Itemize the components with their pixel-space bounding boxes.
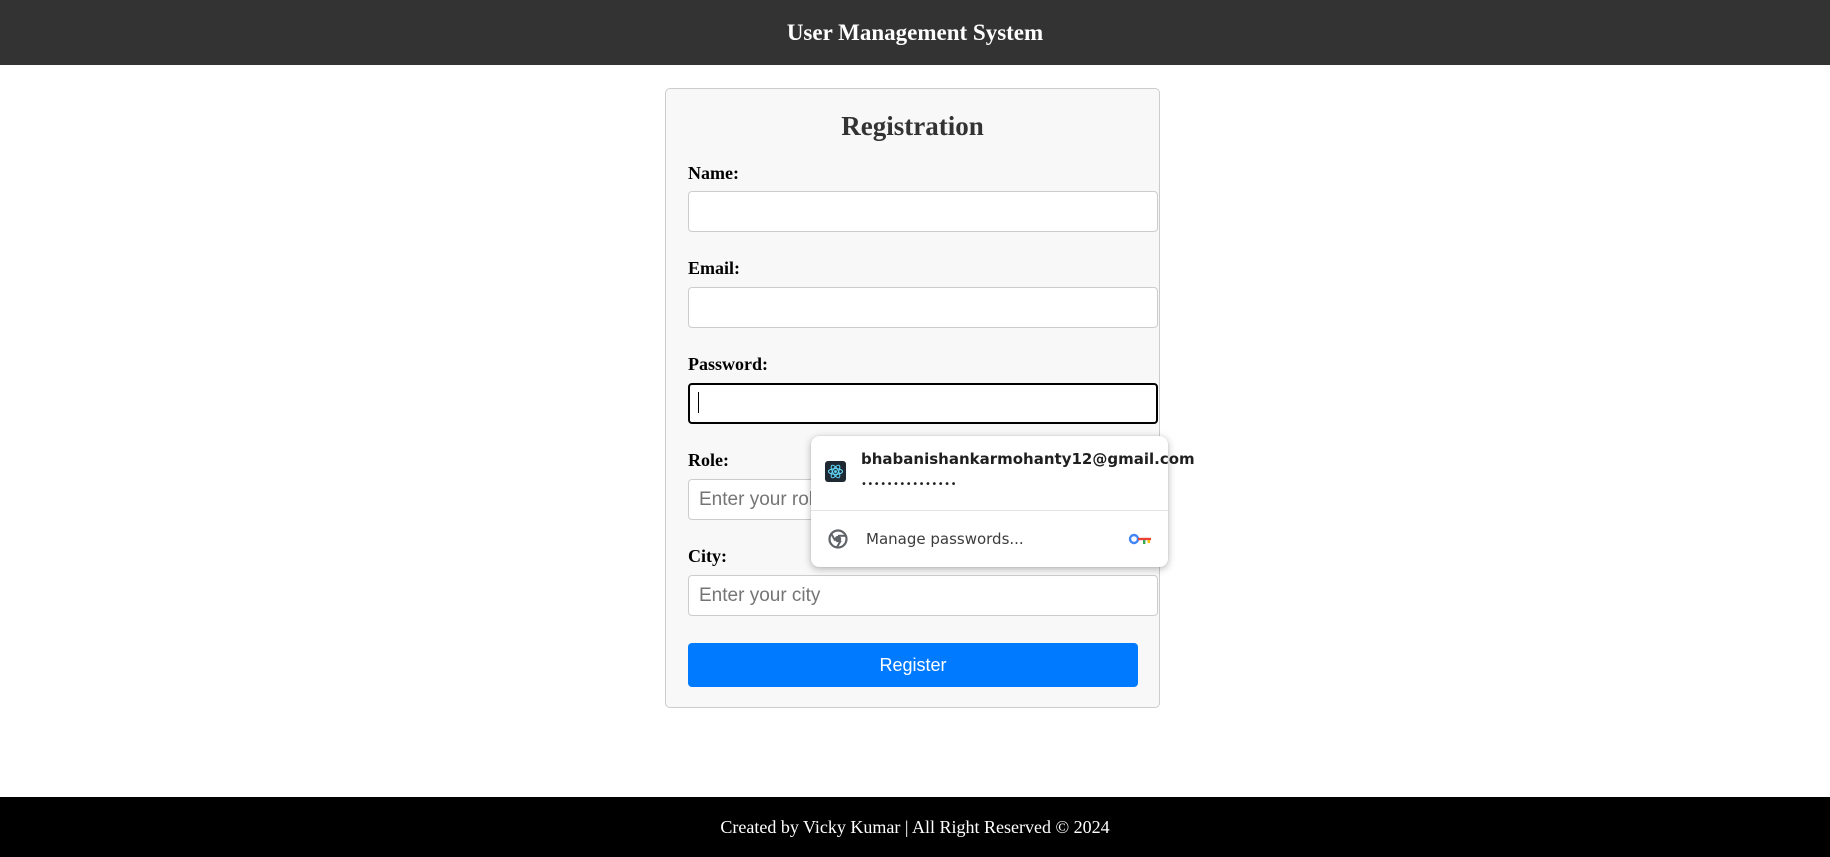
manage-passwords-label: Manage passwords... [866,530,1024,548]
manage-passwords-item[interactable]: Manage passwords... [811,511,1168,567]
text-caret [698,392,699,413]
role-label: Role: [688,450,729,470]
saved-email: bhabanishankarmohanty12@gmail.com [861,450,1195,468]
saved-credential-item[interactable]: bhabanishankarmohanty12@gmail.com ••••••… [811,436,1195,509]
name-input[interactable] [688,191,1158,232]
email-label: Email: [688,258,740,278]
react-icon [825,461,846,482]
app-footer: Created by Vicky Kumar | All Right Reser… [0,797,1830,857]
form-title: Registration [841,111,984,141]
name-label: Name: [688,163,739,183]
email-input[interactable] [688,287,1158,328]
saved-password-mask: ••••••••••••••• [861,479,957,490]
page: User Management System Registration Name… [0,0,1830,857]
city-label: City: [688,546,727,566]
registration-form: Registration Name: Email: Password: Role… [665,88,1160,708]
city-input[interactable] [688,575,1158,616]
app-title: User Management System [786,19,1044,45]
password-label: Password: [688,354,768,374]
password-autofill-popup: bhabanishankarmohanty12@gmail.com ••••••… [811,436,1195,567]
register-button[interactable]: Register [688,643,1138,687]
google-key-icon [1128,531,1154,547]
app-header: User Management System [0,0,1830,65]
footer-copyright: Created by Vicky Kumar | All Right Reser… [720,816,1110,837]
password-input[interactable] [688,383,1158,424]
chrome-icon [828,529,848,549]
